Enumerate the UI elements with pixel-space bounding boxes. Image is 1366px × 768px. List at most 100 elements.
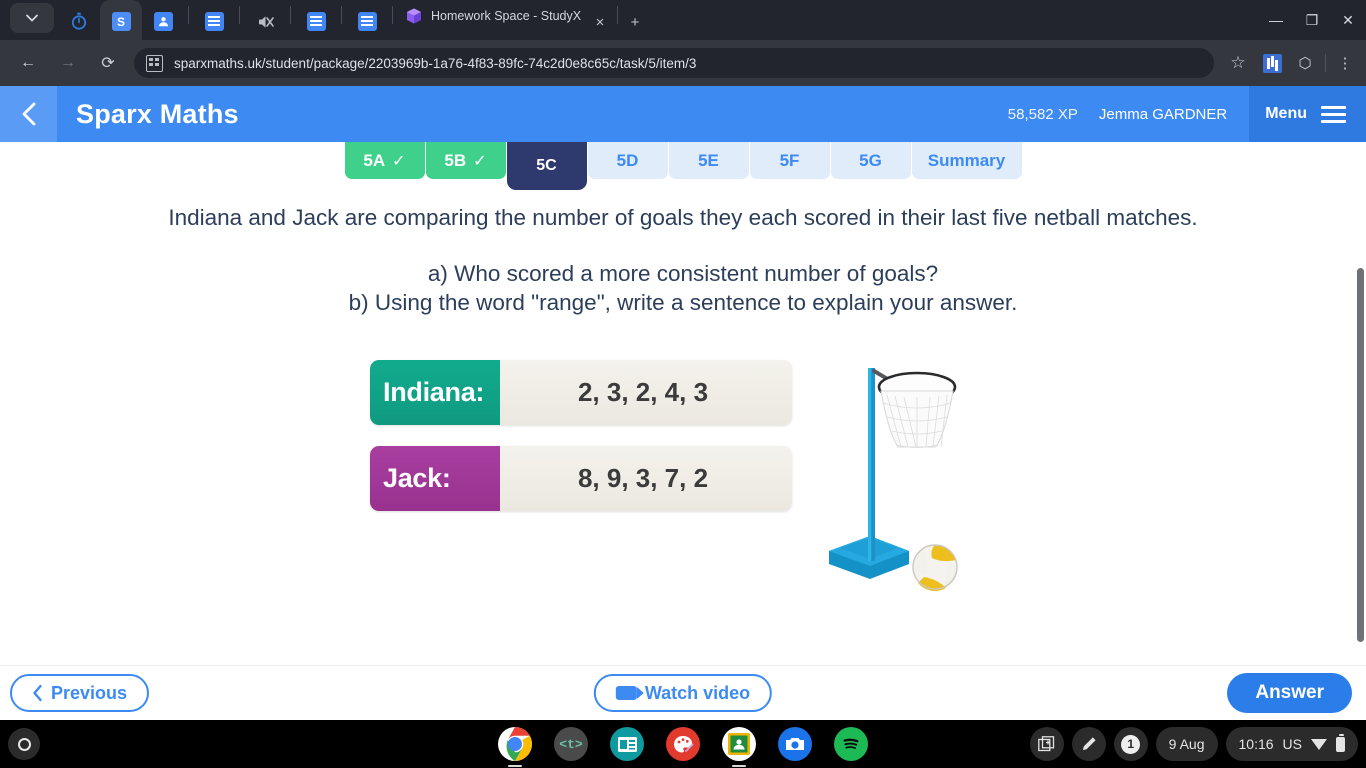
person-icon [153,12,173,31]
launcher-icon [17,737,31,751]
pinned-tab-docs-3[interactable] [346,0,388,40]
page-scrollbar[interactable] [1357,268,1364,642]
tab-divider [188,5,189,24]
question-tab-5c[interactable]: 5C [506,142,587,190]
footer-bar: Previous Watch video Answer [0,665,1366,720]
notification-button[interactable]: 1 [1113,727,1148,761]
netball-ball-icon [912,544,958,591]
hamburger-icon [1321,102,1346,127]
t-app-icon: <t> [559,736,583,752]
menu-label: Menu [1265,105,1307,122]
toolbar-actions: ☆ ⬡ ⋮ [1222,53,1358,73]
forward-button[interactable]: → [51,46,85,80]
window-controls: — ❐ ✕ [1258,0,1366,40]
app-brand-title: Sparx Maths [76,98,239,129]
question-tab-label: Summary [927,150,1006,170]
new-tab-button[interactable]: + [622,0,648,40]
minimize-button[interactable]: — [1258,3,1294,37]
extension-icon[interactable] [1263,53,1282,73]
status-area[interactable]: 10:16 US [1225,727,1358,761]
site-info-icon[interactable] [146,54,163,72]
pinned-tab-classroom[interactable] [142,0,184,40]
shelf-app-spotify[interactable] [834,727,868,761]
wifi-icon [1311,738,1327,750]
stylus-button[interactable] [1071,727,1106,761]
question-tab-5b[interactable]: 5B ✓ [425,142,506,179]
mute-icon [258,16,274,28]
bookmark-star-icon[interactable]: ☆ [1222,53,1254,73]
shelf-app-camera[interactable] [778,727,812,761]
camera-icon [786,738,804,750]
figure-area: Indiana: 2, 3, 2, 4, 3 Jack: 8, 9, 3, 7,… [0,355,1366,615]
score-table: Indiana: 2, 3, 2, 4, 3 Jack: 8, 9, 3, 7,… [370,360,792,532]
question-tab-label: 5E [698,150,719,170]
question-tab-label: 5B [444,150,467,170]
toolbar-divider [1325,54,1326,72]
clock-label: 10:16 [1238,736,1274,752]
table-row: Jack: 8, 9, 3, 7, 2 [370,446,792,511]
tab-divider [290,5,291,24]
tab-search-button[interactable] [10,2,54,33]
screen: S Homework Space - StudyX × + — ❐ ✕ ← → … [0,0,1366,768]
watch-video-button[interactable]: Watch video [593,674,773,712]
document-icon [306,12,326,31]
question-tab-5e[interactable]: 5E [668,142,749,179]
pinned-tab-docs-1[interactable] [193,0,235,40]
date-label: 9 Aug [1168,736,1205,752]
answer-button[interactable]: Answer [1227,673,1352,713]
chevron-down-icon [26,14,38,22]
reload-button[interactable]: ⟳ [91,46,125,80]
extensions-puzzle-icon[interactable]: ⬡ [1291,54,1319,72]
classroom-icon [728,733,750,755]
back-button[interactable]: ← [11,46,45,80]
row-values-indiana: 2, 3, 2, 4, 3 [577,377,709,407]
question-tab-label: 5G [859,150,882,170]
question-tab-5a[interactable]: 5A ✓ [344,142,425,179]
shelf-app-t[interactable]: <t> [554,727,588,761]
check-icon: ✓ [392,152,406,170]
tabstrip-tabs: S Homework Space - StudyX × + [0,0,648,40]
question-tab-summary[interactable]: Summary [911,142,1022,179]
chevron-left-icon [33,684,42,702]
question-tab-5f[interactable]: 5F [749,142,830,179]
question-tab-5g[interactable]: 5G [830,142,911,179]
screen-capture-icon [1038,735,1055,751]
watch-video-label: Watch video [644,682,751,703]
news-icon [617,736,637,752]
shelf-app-news[interactable] [610,727,644,761]
shelf-app-classroom[interactable] [722,727,756,767]
tab-close-button[interactable]: × [587,0,613,40]
menu-button[interactable]: Menu [1249,86,1366,142]
question-text: Indiana and Jack are comparing the numbe… [0,203,1366,317]
timer-icon [71,12,87,30]
chevron-left-icon [22,102,35,126]
user-name: Jemma GARDNER [1098,105,1228,123]
screen-capture-button[interactable] [1029,727,1064,761]
close-window-button[interactable]: ✕ [1330,3,1366,37]
system-tray: 1 9 Aug 10:16 US [1029,727,1358,761]
tab-homework-space[interactable]: Homework Space - StudyX [397,0,587,40]
date-button[interactable]: 9 Aug [1155,727,1218,761]
previous-button[interactable]: Previous [10,674,150,712]
address-bar[interactable]: sparxmaths.uk/student/package/2203969b-1… [134,48,1214,78]
contact-glyph [158,17,168,27]
app-running-indicator [732,764,746,767]
shelf-app-palette[interactable] [666,727,700,761]
pinned-tab-timer[interactable] [58,0,100,40]
browser-toolbar: ← → ⟳ sparxmaths.uk/student/package/2203… [0,40,1366,86]
shelf-app-chrome[interactable] [498,727,532,767]
pinned-tab-docs-2[interactable] [295,0,337,40]
tab-divider [341,5,342,24]
video-camera-icon [615,686,644,700]
pinned-tab-sparx[interactable]: S [100,0,142,40]
post-pole-icon [868,368,875,561]
launcher-button[interactable] [8,728,40,760]
row-label-indiana: Indiana: [370,360,500,425]
browser-menu-icon[interactable]: ⋮ [1332,56,1358,71]
app-back-button[interactable] [0,86,57,142]
question-tab-5d[interactable]: 5D [587,142,668,179]
maximize-button[interactable]: ❐ [1294,3,1330,37]
tab-divider [239,5,240,24]
pinned-tab-muted[interactable] [244,0,286,40]
previous-label: Previous [51,682,128,703]
